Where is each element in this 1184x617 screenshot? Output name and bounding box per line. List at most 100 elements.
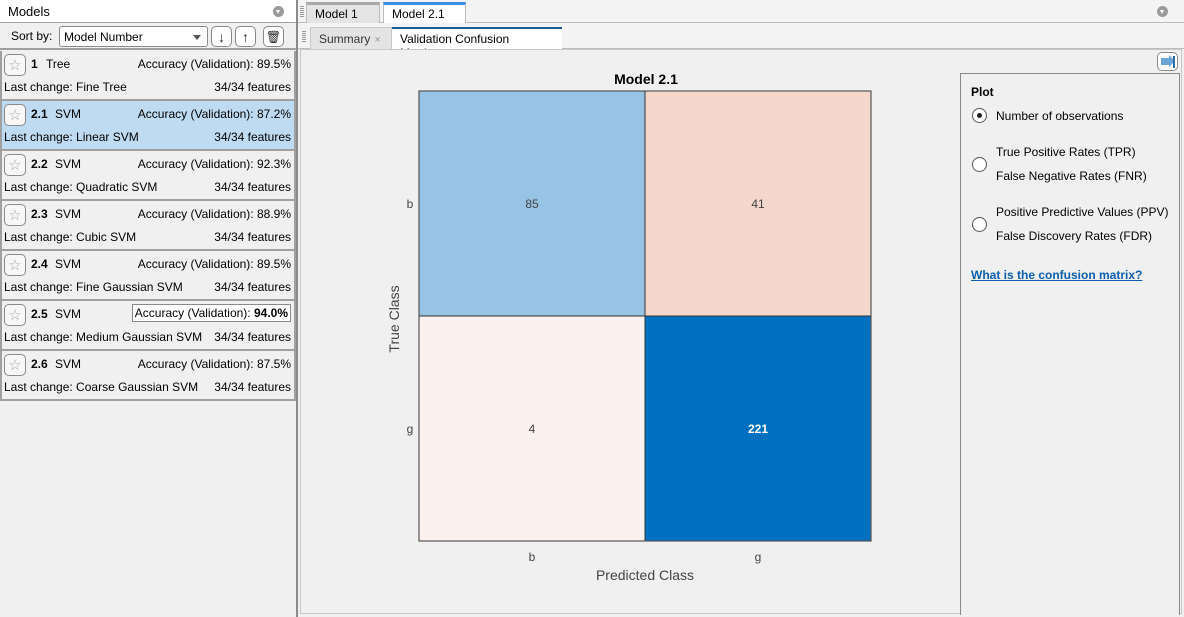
accuracy-value: 88.9% <box>256 207 291 221</box>
delete-model-button[interactable]: 🗑 <box>263 26 284 47</box>
x-axis-label: Predicted Class <box>596 567 694 583</box>
model-last-change: Last change: Fine Gaussian SVM <box>4 280 183 294</box>
model-accuracy: Accuracy (Validation): 88.9% <box>138 207 291 221</box>
model-features: 34/34 features <box>214 380 291 394</box>
model-last-change: Last change: Linear SVM <box>4 130 139 144</box>
model-last-change: Last change: Coarse Gaussian SVM <box>4 380 199 394</box>
document-tab-bar: Model 1 Model 2.1 <box>298 0 1184 24</box>
accuracy-label: Accuracy (Validation): <box>137 207 254 221</box>
model-accuracy: Accuracy (Validation): 87.2% <box>138 107 291 121</box>
model-accuracy: Accuracy (Validation): 89.5% <box>138 257 291 271</box>
radio-label: False Discovery Rates (FDR) <box>996 229 1153 243</box>
sort-ascending-button[interactable]: ↑ <box>235 26 256 47</box>
favorite-star-icon[interactable]: ☆ <box>4 254 26 276</box>
cell-value-label: 221 <box>748 422 768 436</box>
model-last-change: Last change: Fine Tree <box>4 80 127 94</box>
model-number: 2.5 <box>31 307 48 321</box>
tab-summary[interactable]: Summary × <box>310 27 392 49</box>
model-features: 34/34 features <box>214 280 291 294</box>
panel-menu-icon[interactable] <box>273 6 284 17</box>
accuracy-label: Accuracy (Validation): <box>134 306 251 320</box>
model-number: 2.2 <box>31 157 48 171</box>
classification-learner-window: Models Sort by: Model Number ↓ ↑ 🗑 ☆ 1 Tre… <box>0 0 1184 617</box>
radio-tpr-fnr[interactable] <box>972 157 987 172</box>
accuracy-label: Accuracy (Validation): <box>137 257 254 271</box>
model-number: 2.6 <box>31 357 48 371</box>
sub-tab-bar: Summary× Validation Confusion Matrix× <box>298 23 1184 60</box>
sort-bar: Sort by: Model Number ↓ ↑ 🗑 <box>0 23 296 50</box>
model-type: SVM <box>55 157 82 171</box>
tab-menu-icon[interactable] <box>1157 6 1168 17</box>
radio-label: Positive Predictive Values (PPV) <box>996 205 1169 219</box>
accuracy-label: Accuracy (Validation): <box>137 357 254 371</box>
tab-validation-confusion-matrix[interactable]: Validation Confusion Matrix× <box>392 27 562 60</box>
model-list-item[interactable]: ☆ 2.4 SVM Accuracy (Validation): 89.5% Last … <box>0 251 296 301</box>
favorite-star-icon[interactable]: ☆ <box>4 154 26 176</box>
sort-by-dropdown[interactable]: Model Number <box>59 26 208 47</box>
close-icon[interactable]: × <box>374 34 380 46</box>
model-number: 2.3 <box>31 207 48 221</box>
confusion-matrix-help-link[interactable]: What is the confusion matrix? <box>971 268 1142 282</box>
tab-label: Model 2.1 <box>392 7 445 21</box>
radio-label: True Positive Rates (TPR) <box>996 145 1136 159</box>
favorite-star-icon[interactable]: ☆ <box>4 304 26 326</box>
cell-value-label: 4 <box>529 422 536 436</box>
model-type: Tree <box>46 57 71 71</box>
model-number: 1 <box>31 57 38 71</box>
radio-label: False Negative Rates (FNR) <box>996 169 1147 183</box>
arrow-right-icon <box>1161 55 1175 67</box>
x-tick-label: g <box>755 550 762 564</box>
tab-label: Model 1 <box>315 7 358 21</box>
model-type: SVM <box>55 307 82 321</box>
radio-label: Number of observations <box>996 109 1124 123</box>
favorite-star-icon[interactable]: ☆ <box>4 54 26 76</box>
cell-value-label: 85 <box>525 197 539 211</box>
model-list-item[interactable]: ☆ 2.2 SVM Accuracy (Validation): 92.3% Last … <box>0 151 296 201</box>
accuracy-value: 87.5% <box>256 357 291 371</box>
radio-number-of-observations[interactable] <box>972 108 987 123</box>
model-last-change: Last change: Medium Gaussian SVM <box>4 330 203 344</box>
favorite-star-icon[interactable]: ☆ <box>4 104 26 126</box>
sort-by-label: Sort by: <box>11 29 53 43</box>
model-features: 34/34 features <box>214 180 291 194</box>
model-type: SVM <box>55 257 82 271</box>
model-list-item[interactable]: ☆ 2.3 SVM Accuracy (Validation): 88.9% Last … <box>0 201 296 251</box>
trash-icon: 🗑 <box>265 29 282 44</box>
favorite-star-icon[interactable]: ☆ <box>4 354 26 376</box>
model-accuracy: Accuracy (Validation): 94.0% <box>131 304 291 322</box>
model-list-item[interactable]: ☆ 2.1 SVM Accuracy (Validation): 87.2% Last … <box>0 101 296 151</box>
arrow-up-icon: ↑ <box>242 28 249 45</box>
panel-splitter[interactable] <box>296 0 298 617</box>
accuracy-value: 89.5% <box>256 57 291 71</box>
model-number: 2.4 <box>31 257 48 271</box>
tab-model-2-1[interactable]: Model 2.1 <box>383 2 466 24</box>
model-number: 2.1 <box>31 107 48 121</box>
sort-by-value: Model Number <box>64 30 143 44</box>
arrow-down-icon: ↓ <box>218 28 225 45</box>
accuracy-value: 87.2% <box>256 107 291 121</box>
accuracy-value: 89.5% <box>256 257 291 271</box>
model-last-change: Last change: Quadratic SVM <box>4 180 158 194</box>
hide-options-button[interactable] <box>1157 52 1178 71</box>
x-tick-label: b <box>529 550 536 564</box>
models-panel-title: Models <box>8 4 50 19</box>
favorite-star-icon[interactable]: ☆ <box>4 204 26 226</box>
tab-label: Summary <box>319 32 371 46</box>
model-list-item[interactable]: ☆ 1 Tree Accuracy (Validation): 89.5% Last c… <box>0 51 296 101</box>
model-last-change: Last change: Cubic SVM <box>4 230 137 244</box>
radio-ppv-fdr[interactable] <box>972 217 987 232</box>
confusion-matrix-chart: 85 41 4 221 b g b g Predicted Class True Class <box>386 90 872 583</box>
model-list-item[interactable]: ☆ 2.5 SVM Accuracy (Validation): 94.0% Last … <box>0 301 296 351</box>
tab-model-1[interactable]: Model 1 <box>306 2 380 23</box>
plot-options-panel: Plot Number of observations True Positiv… <box>960 73 1180 615</box>
model-accuracy: Accuracy (Validation): 89.5% <box>138 57 291 71</box>
accuracy-value: 92.3% <box>256 157 291 171</box>
model-accuracy: Accuracy (Validation): 92.3% <box>138 157 291 171</box>
model-features: 34/34 features <box>214 80 291 94</box>
y-axis-label: True Class <box>386 285 402 352</box>
model-list-item[interactable]: ☆ 2.6 SVM Accuracy (Validation): 87.5% Last … <box>0 351 296 401</box>
drag-grip-icon[interactable] <box>300 6 304 18</box>
models-panel-header: Models <box>0 0 296 23</box>
sort-descending-button[interactable]: ↓ <box>211 26 232 47</box>
drag-grip-icon[interactable] <box>302 31 306 43</box>
